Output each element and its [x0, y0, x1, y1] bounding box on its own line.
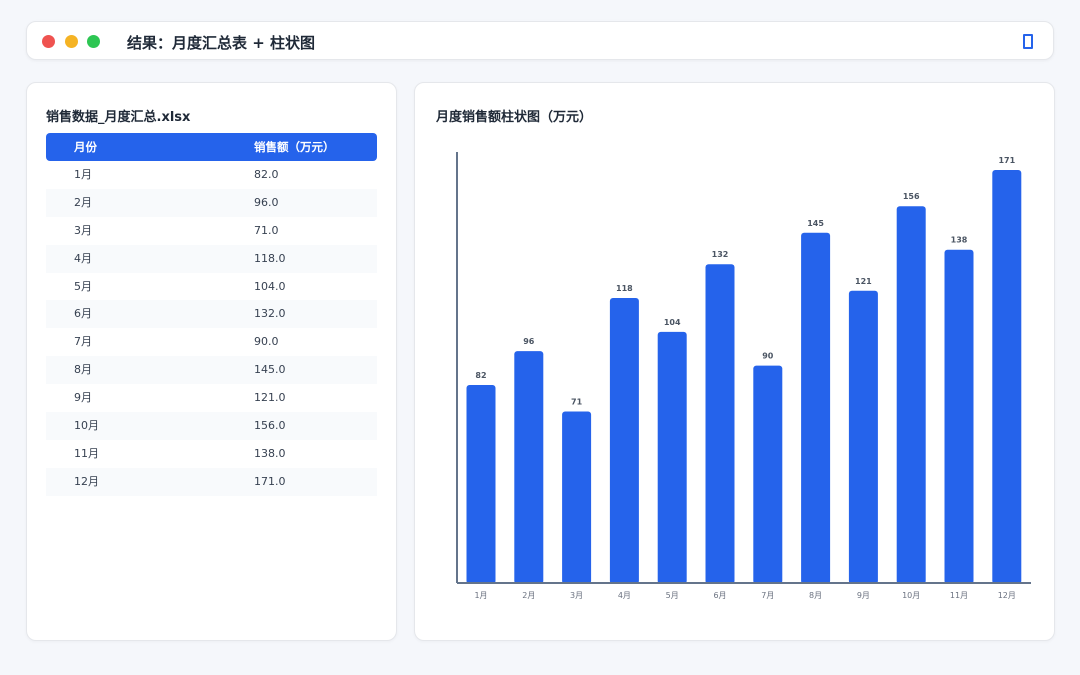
- bar: [609, 298, 639, 584]
- bar: [848, 290, 878, 584]
- cell-month: 8月: [74, 363, 92, 377]
- table-row: 2月 96.0: [46, 188, 377, 217]
- x-tick-label: 9月: [857, 591, 870, 600]
- cell-sales: 118.0: [254, 251, 286, 265]
- window-titlebar: 结果：月度汇总表 + 柱状图: [26, 21, 1054, 60]
- bar: [992, 170, 1022, 584]
- x-tick-label: 10月: [902, 591, 920, 600]
- table-row: 6月 132.0: [46, 300, 377, 329]
- data-label: 171: [998, 156, 1015, 165]
- table-header: 月份 销售额（万元）: [46, 133, 377, 161]
- table-row: 3月 71.0: [46, 217, 377, 245]
- bar: [657, 331, 687, 584]
- table-row: 5月 104.0: [46, 273, 377, 301]
- cell-month: 3月: [74, 223, 92, 237]
- x-tick-label: 11月: [950, 591, 968, 600]
- minimize-window-icon[interactable]: [65, 35, 78, 48]
- x-tick-label: 7月: [761, 591, 774, 600]
- data-label: 145: [807, 219, 824, 228]
- table-row: 8月 145.0: [46, 356, 377, 385]
- cell-month: 1月: [74, 168, 92, 181]
- table-title: 销售数据_月度汇总.xlsx: [46, 110, 191, 125]
- bar: [705, 264, 735, 584]
- data-label: 104: [664, 318, 681, 327]
- cell-sales: 96.0: [254, 195, 279, 209]
- data-label: 71: [571, 398, 583, 407]
- cell-sales: 90.0: [254, 335, 279, 349]
- table-row: 1月 82.0: [46, 161, 377, 189]
- cell-sales: 171.0: [254, 474, 286, 488]
- bar: [514, 351, 544, 584]
- cell-month: 10月: [74, 419, 99, 433]
- x-tick-label: 8月: [809, 591, 822, 600]
- table-row: 7月 90.0: [46, 328, 377, 356]
- x-tick-label: 2月: [522, 591, 535, 600]
- window-title: 结果：月度汇总表 + 柱状图: [127, 34, 316, 52]
- close-window-icon[interactable]: [42, 35, 55, 48]
- data-label: 90: [762, 352, 774, 361]
- table-row: 10月 156.0: [46, 412, 377, 440]
- data-label: 118: [616, 284, 633, 293]
- header-month: 月份: [74, 140, 97, 154]
- x-tick-label: 5月: [666, 591, 679, 600]
- cell-month: 6月: [74, 307, 92, 321]
- cell-month: 12月: [74, 474, 99, 488]
- data-label: 96: [523, 337, 535, 346]
- table-panel: 销售数据_月度汇总.xlsx 月份 销售额（万元） 1月 82.0 2月 96.0 …: [26, 82, 397, 641]
- bar: [562, 411, 592, 584]
- chart-panel: 月度销售额柱状图（万元） 82 1月 96 2月 71 3月 118 4月 104 5月 132 6月…: [414, 82, 1055, 641]
- cell-sales: 104.0: [254, 279, 286, 293]
- x-tick-label: 6月: [713, 591, 726, 600]
- bar: [896, 206, 926, 584]
- table-row: 11月 138.0: [46, 440, 377, 468]
- x-tick-label: 4月: [618, 591, 631, 600]
- data-label: 138: [951, 236, 968, 245]
- data-label: 121: [855, 277, 872, 286]
- cell-sales: 138.0: [254, 446, 286, 460]
- bar: [466, 384, 496, 584]
- data-label: 156: [903, 192, 920, 201]
- x-tick-label: 3月: [570, 591, 583, 600]
- table-row: 12月 171.0: [46, 467, 377, 496]
- cell-month: 4月: [74, 251, 92, 265]
- cell-month: 9月: [74, 391, 92, 405]
- x-tick-label: 1月: [474, 591, 487, 600]
- table-row: 9月 121.0: [46, 384, 377, 412]
- cell-sales: 82.0: [254, 168, 279, 181]
- cell-sales: 156.0: [254, 419, 286, 433]
- table-row: 4月 118.0: [46, 244, 377, 273]
- cell-month: 11月: [74, 446, 99, 460]
- header-sales: 销售额（万元）: [254, 140, 335, 154]
- data-label: 132: [712, 250, 729, 259]
- table-body: 1月 82.0 2月 96.0 3月 71.0 4月 118.0 5月 104.0 6月 1…: [46, 161, 377, 496]
- cell-sales: 132.0: [254, 307, 286, 321]
- cell-month: 7月: [74, 335, 92, 349]
- maximize-window-icon[interactable]: [87, 35, 100, 48]
- bar: [801, 232, 831, 584]
- cell-month: 2月: [74, 195, 92, 209]
- x-tick-label: 12月: [998, 591, 1016, 600]
- cell-month: 5月: [74, 279, 92, 293]
- window-icon[interactable]: [1023, 34, 1033, 49]
- cell-sales: 145.0: [254, 363, 286, 377]
- bar: [944, 249, 974, 584]
- bar-chart: 82 1月 96 2月 71 3月 118 4月 104 5月 132 6月 90 7月 145 8月 121 9…: [456, 152, 1031, 600]
- cell-sales: 121.0: [254, 391, 286, 405]
- bar: [753, 365, 783, 584]
- cell-sales: 71.0: [254, 223, 279, 237]
- data-label: 82: [475, 371, 486, 380]
